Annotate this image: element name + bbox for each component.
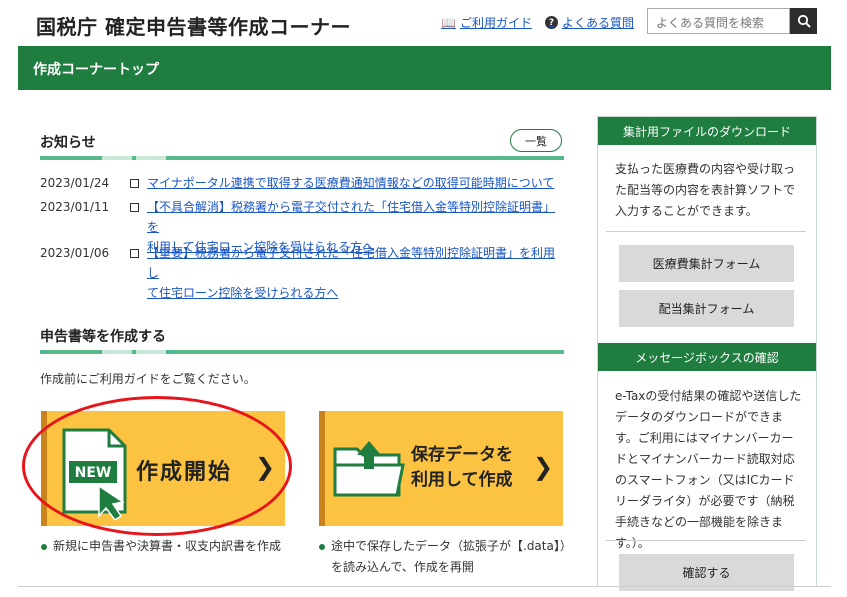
saved-note-line2: を読み込んで、作成を再開 <box>331 560 474 574</box>
breadcrumb[interactable]: 作成コーナートップ <box>33 59 159 79</box>
start-note: 新規に申告書や決算書・収支内訳書を作成 <box>41 536 291 557</box>
news-link[interactable]: マイナポータル連携で取得する医療費通知情報などの取得可能時期について <box>147 173 554 193</box>
dividend-form-button[interactable]: 配当集計フォーム <box>619 290 794 327</box>
download-header: 集計用ファイルのダウンロード <box>598 117 816 145</box>
news-divider <box>40 156 564 160</box>
search-input[interactable]: よくある質問を検索 <box>647 8 790 34</box>
square-icon <box>130 179 139 188</box>
sidebar-divider <box>606 231 806 232</box>
chevron-right-icon: ❯ <box>533 453 554 481</box>
download-text: 支払った医療費の内容や受け取った配当等の内容を表計算ソフトで入力することができま… <box>615 162 796 218</box>
guide-link-label: ご利用ガイド <box>459 16 532 30</box>
load-saved-line1: 保存データを <box>411 445 513 465</box>
folder-upload-icon <box>333 441 405 497</box>
load-saved-line2: 利用して作成 <box>411 470 513 490</box>
saved-note-line1: 途中で保存したデータ（拡張子が【.data】） <box>331 539 572 553</box>
news-item: 2023/01/06 【重要】税務署から電子交付された「住宅借入金等特別控除証明… <box>40 243 560 303</box>
news-link[interactable]: 【重要】税務署から電子交付された「住宅借入金等特別控除証明書」を利用し <box>147 243 560 283</box>
bullet-icon <box>41 544 47 550</box>
sidebar: 集計用ファイルのダウンロード 支払った医療費の内容や受け取った配当等の内容を表計… <box>597 116 817 591</box>
news-list-button[interactable]: 一覧 <box>510 129 562 152</box>
news-link[interactable]: 【不具合解消】税務署から電子交付された「住宅借入金等特別控除証明書」を <box>147 197 560 237</box>
saved-note: 途中で保存したデータ（拡張子が【.data】） を読み込んで、作成を再開 <box>319 536 579 578</box>
guide-note: 作成前にご利用ガイドをご覧ください。 <box>40 372 256 386</box>
start-creation-label: 作成開始 <box>136 460 233 485</box>
search-icon <box>797 14 811 28</box>
create-divider <box>40 350 564 354</box>
medical-form-button[interactable]: 医療費集計フォーム <box>619 245 794 282</box>
new-badge: NEW <box>75 465 112 481</box>
card-stripe <box>319 411 325 526</box>
start-note-text: 新規に申告書や決算書・収支内訳書を作成 <box>53 539 282 553</box>
news-link-cont[interactable]: て住宅ローン控除を受けられる方へ <box>147 283 560 303</box>
load-saved-data-label: 保存データを 利用して作成 <box>411 443 513 493</box>
square-icon <box>130 203 139 212</box>
faq-link[interactable]: ? よくある質問 <box>545 14 634 31</box>
nav-bar: 作成コーナートップ <box>18 46 831 90</box>
start-creation-button[interactable]: NEW 作成開始 ❯ <box>41 411 285 526</box>
news-title: お知らせ <box>40 135 96 151</box>
page-bottom-divider <box>18 586 831 587</box>
news-date: 2023/01/24 <box>40 176 110 190</box>
message-header: メッセージボックスの確認 <box>598 343 816 371</box>
guide-link[interactable]: 📖 ご利用ガイド <box>441 14 532 31</box>
faq-link-label: よくある質問 <box>562 16 635 30</box>
chevron-right-icon: ❯ <box>255 453 276 481</box>
new-document-icon: NEW <box>62 428 127 520</box>
load-saved-data-button[interactable]: 保存データを 利用して作成 ❯ <box>319 411 563 526</box>
book-icon: 📖 <box>441 15 456 30</box>
bullet-icon <box>319 544 325 550</box>
news-item: 2023/01/24 マイナポータル連携で取得する医療費通知情報などの取得可能時… <box>40 173 560 193</box>
square-icon <box>130 249 139 258</box>
question-icon: ? <box>545 16 558 29</box>
message-text: e-Taxの受付結果の確認や送信したデータのダウンロードができます。ご利用にはマ… <box>615 389 802 550</box>
card-stripe <box>41 411 47 526</box>
news-date: 2023/01/06 <box>40 246 110 260</box>
create-title: 申告書等を作成する <box>40 329 166 345</box>
sidebar-divider <box>606 540 806 541</box>
search-button[interactable] <box>790 8 817 34</box>
site-title: 国税庁 確定申告書等作成コーナー <box>36 15 351 39</box>
